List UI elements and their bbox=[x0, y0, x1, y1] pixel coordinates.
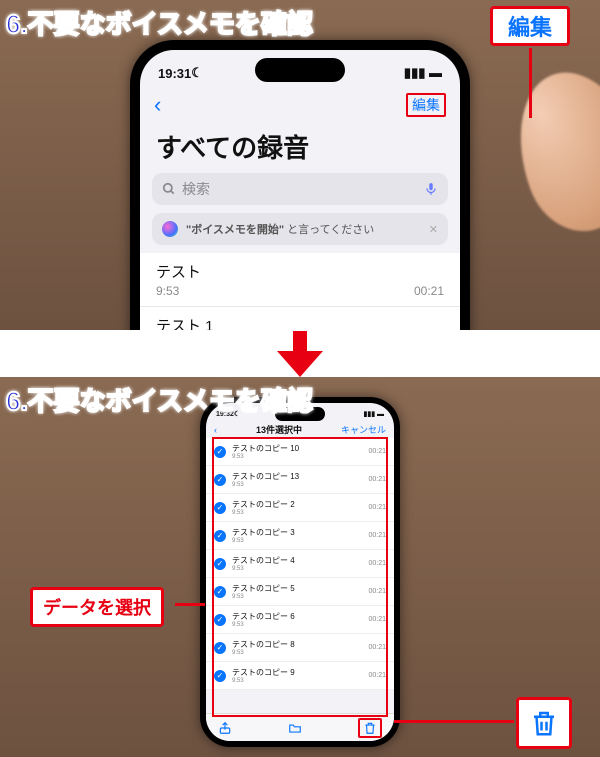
recording-row[interactable]: テスト 9:53 00:21 bbox=[140, 253, 460, 307]
selection-count: 13件選択中 bbox=[256, 423, 302, 436]
close-icon[interactable]: ✕ bbox=[429, 223, 438, 236]
callout-connector bbox=[175, 603, 205, 606]
checkmark-icon[interactable]: ✓ bbox=[214, 502, 226, 514]
tutorial-step-bottom: 6.不要なボイスメモを確認 データを選択 19:32 ☾ ▮▮▮ ▬ ‹ 13件… bbox=[0, 377, 600, 757]
share-icon[interactable] bbox=[218, 721, 232, 735]
recording-time: 9:53 bbox=[232, 594, 362, 600]
step-heading: 6.不要なボイスメモを確認 bbox=[6, 4, 313, 41]
recording-row-selected[interactable]: ✓ テストのコピー 6 9:53 00:21 bbox=[206, 606, 394, 634]
callout-connector bbox=[394, 720, 514, 723]
recording-row-selected[interactable]: ✓ テストのコピー 5 9:53 00:21 bbox=[206, 578, 394, 606]
recording-time: 9:53 bbox=[232, 650, 362, 656]
recording-duration: 00:21 bbox=[368, 476, 386, 483]
checkmark-icon[interactable]: ✓ bbox=[214, 642, 226, 654]
recording-title: テストのコピー 3 bbox=[232, 527, 362, 538]
trash-button[interactable] bbox=[358, 718, 382, 738]
tutorial-step-top: 6.不要なボイスメモを確認 編集 19:31 ☾ ▮▮▮ ▬ ‹ 編集 すべての… bbox=[0, 0, 600, 330]
nav-bar: ‹ 13件選択中 キャンセル bbox=[206, 421, 394, 438]
recording-title: テストのコピー 5 bbox=[232, 583, 362, 594]
checkmark-icon[interactable]: ✓ bbox=[214, 530, 226, 542]
back-chevron-icon[interactable]: ‹ bbox=[154, 92, 161, 118]
step-heading: 6.不要なボイスメモを確認 bbox=[6, 381, 313, 418]
iphone-device-bottom: 19:32 ☾ ▮▮▮ ▬ ‹ 13件選択中 キャンセル ✓ テストのコピー 1… bbox=[200, 397, 400, 747]
recording-title: テストのコピー 2 bbox=[232, 499, 362, 510]
recording-duration: 00:21 bbox=[368, 560, 386, 567]
edit-toolbar bbox=[206, 713, 394, 741]
recording-title: テストのコピー 6 bbox=[232, 611, 362, 622]
recording-row-selected[interactable]: ✓ テストのコピー 4 9:53 00:21 bbox=[206, 550, 394, 578]
status-signal-icon: ▮▮▮ ▬ bbox=[363, 410, 384, 418]
recording-time: 9:53 bbox=[232, 622, 362, 628]
status-signal-icon: ▮▮▮ ▬ bbox=[404, 65, 442, 81]
recording-row-selected[interactable]: ✓ テストのコピー 13 9:53 00:21 bbox=[206, 466, 394, 494]
recording-title: テスト bbox=[156, 261, 201, 282]
checkmark-icon[interactable]: ✓ bbox=[214, 446, 226, 458]
recording-duration: 00:21 bbox=[368, 504, 386, 511]
recording-title: テスト 1 bbox=[156, 315, 214, 330]
recording-time: 9:53 bbox=[232, 482, 362, 488]
checkmark-icon[interactable]: ✓ bbox=[214, 670, 226, 682]
siri-tip-suffix: と言ってください bbox=[287, 224, 374, 236]
arrow-down-icon bbox=[275, 331, 325, 377]
back-chevron-icon[interactable]: ‹ bbox=[214, 425, 217, 435]
callout-edit-label: 編集 bbox=[508, 10, 552, 42]
iphone-device-top: 19:31 ☾ ▮▮▮ ▬ ‹ 編集 すべての録音 検索 bbox=[130, 40, 470, 330]
finger-pointer bbox=[496, 54, 600, 245]
recording-title: テストのコピー 9 bbox=[232, 667, 362, 678]
recording-row-selected[interactable]: ✓ テストのコピー 9 9:53 00:21 bbox=[206, 662, 394, 690]
search-placeholder: 検索 bbox=[182, 179, 210, 199]
iphone-screen-top: 19:31 ☾ ▮▮▮ ▬ ‹ 編集 すべての録音 検索 bbox=[140, 50, 460, 330]
recording-duration: 00:21 bbox=[368, 448, 386, 455]
checkmark-icon[interactable]: ✓ bbox=[214, 586, 226, 598]
iphone-screen-bottom: 19:32 ☾ ▮▮▮ ▬ ‹ 13件選択中 キャンセル ✓ テストのコピー 1… bbox=[206, 403, 394, 741]
recording-time: 9:53 bbox=[232, 678, 362, 684]
edit-button[interactable]: 編集 bbox=[406, 93, 446, 117]
callout-select-label: データを選択 bbox=[43, 594, 151, 620]
page-title: すべての録音 bbox=[140, 124, 460, 173]
recording-row-selected[interactable]: ✓ テストのコピー 3 9:53 00:21 bbox=[206, 522, 394, 550]
step-arrow bbox=[0, 330, 600, 377]
trash-icon bbox=[529, 704, 559, 742]
callout-connector bbox=[529, 48, 532, 118]
recording-duration: 00:21 bbox=[368, 588, 386, 595]
recording-time: 9:53 bbox=[156, 284, 179, 298]
dynamic-island bbox=[255, 58, 345, 82]
recordings-list: テスト 9:53 00:21 テスト 1 9:5300:21 bbox=[140, 253, 460, 330]
recording-time: 9:53 bbox=[232, 510, 362, 516]
checkmark-icon[interactable]: ✓ bbox=[214, 474, 226, 486]
status-moon-icon: ☾ bbox=[191, 65, 203, 81]
nav-bar: ‹ 編集 bbox=[140, 86, 460, 124]
search-input[interactable]: 検索 bbox=[152, 173, 448, 205]
callout-trash bbox=[516, 697, 572, 749]
recording-row-selected[interactable]: ✓ テストのコピー 10 9:53 00:21 bbox=[206, 438, 394, 466]
recording-duration: 00:21 bbox=[368, 672, 386, 679]
siri-suggestion[interactable]: "ボイスメモを開始" と言ってください ✕ bbox=[152, 213, 448, 245]
recording-row[interactable]: テスト 1 9:5300:21 bbox=[140, 307, 460, 330]
callout-select-data: データを選択 bbox=[30, 587, 164, 627]
recording-time: 9:53 bbox=[232, 538, 362, 544]
recording-time: 9:53 bbox=[232, 566, 362, 572]
siri-icon bbox=[162, 221, 178, 237]
recordings-list-edit: ✓ テストのコピー 10 9:53 00:21 ✓ テストのコピー 13 9:5… bbox=[206, 438, 394, 690]
recording-title: テストのコピー 10 bbox=[232, 443, 362, 454]
recording-duration: 00:21 bbox=[414, 284, 444, 298]
mic-icon[interactable] bbox=[424, 182, 438, 196]
recording-title: テストのコピー 13 bbox=[232, 471, 362, 482]
siri-tip-quote: "ボイスメモを開始" bbox=[186, 224, 284, 236]
recording-row-selected[interactable]: ✓ テストのコピー 2 9:53 00:21 bbox=[206, 494, 394, 522]
cancel-button[interactable]: キャンセル bbox=[341, 423, 386, 436]
recording-time: 9:53 bbox=[232, 454, 362, 460]
recording-duration: 00:21 bbox=[368, 644, 386, 651]
recording-duration: 00:21 bbox=[368, 616, 386, 623]
recording-duration: 00:21 bbox=[368, 532, 386, 539]
recording-row-selected[interactable]: ✓ テストのコピー 8 9:53 00:21 bbox=[206, 634, 394, 662]
callout-edit: 編集 bbox=[490, 6, 570, 46]
checkmark-icon[interactable]: ✓ bbox=[214, 558, 226, 570]
search-icon bbox=[162, 182, 176, 196]
folder-icon[interactable] bbox=[288, 721, 302, 735]
recording-title: テストのコピー 4 bbox=[232, 555, 362, 566]
recording-title: テストのコピー 8 bbox=[232, 639, 362, 650]
status-time: 19:31 bbox=[158, 66, 191, 81]
checkmark-icon[interactable]: ✓ bbox=[214, 614, 226, 626]
